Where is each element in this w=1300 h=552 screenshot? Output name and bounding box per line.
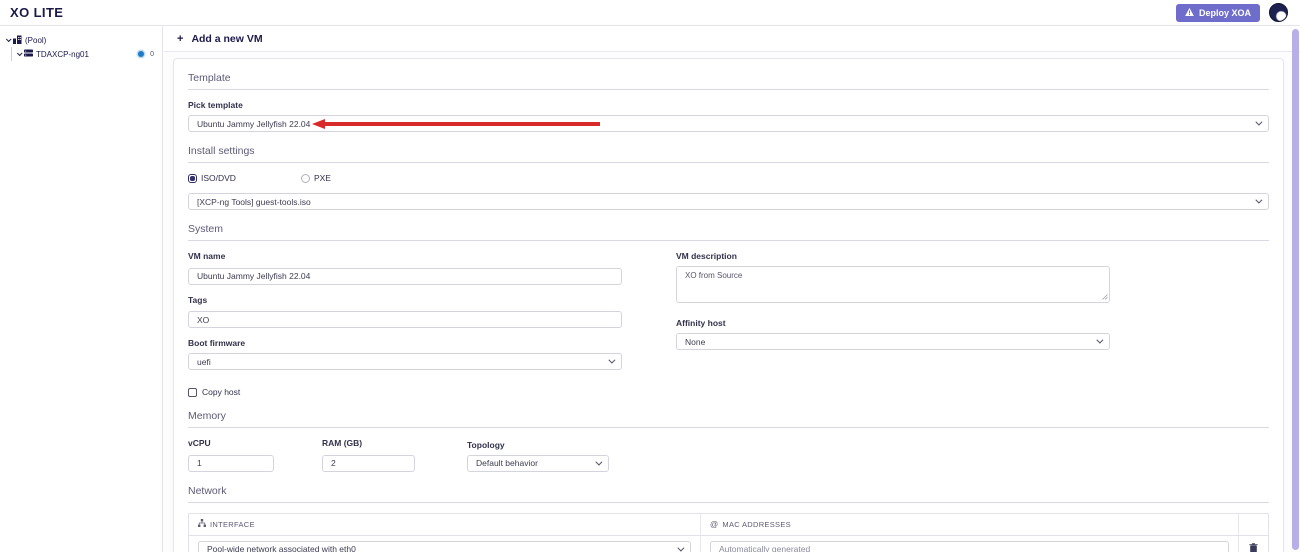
host-label: TDAXCP-ng01 [36, 49, 89, 59]
section-title-install-settings: Install settings [188, 132, 1269, 163]
host-badge: 0 [150, 50, 154, 58]
pick-template-label: Pick template [188, 100, 243, 110]
vm-description-textarea[interactable]: XO from Source [676, 266, 1110, 303]
radio-selected-icon [188, 173, 197, 183]
interface-select[interactable]: Pool-wide network associated with eth0 [198, 540, 691, 552]
mac-column-header: @ MAC ADDRESSES [700, 513, 1238, 535]
iso-dvd-radio-label: ISO/DVD [201, 173, 236, 183]
checkbox-unchecked-icon[interactable] [188, 387, 197, 397]
section-title-template: Template [188, 59, 1269, 90]
main-content: + Add a new VM Template Pick template Ub… [164, 27, 1300, 552]
chevron-down-icon[interactable] [5, 36, 12, 43]
system-left-column: VM name Tags Boot firmware uefi Copy hos… [188, 241, 622, 397]
tags-label: Tags [188, 294, 208, 305]
affinity-host-label: Affinity host [676, 318, 726, 328]
pool-label: (Pool) [25, 35, 47, 45]
vm-description-wrap: XO from Source [676, 266, 1110, 308]
interface-column-header: INTERFACE [189, 514, 700, 535]
topology-field: Topology Default behavior [467, 430, 609, 472]
vm-name-input[interactable] [188, 267, 622, 285]
topology-select[interactable]: Default behavior [467, 454, 609, 472]
sidebar-tree: (Pool) TDAXCP-ng01 0 [0, 27, 163, 552]
iso-select-value: [XCP-ng Tools] guest-tools.iso [197, 196, 311, 207]
mac-cell [700, 535, 1238, 552]
system-grid: VM name Tags Boot firmware uefi Copy hos… [188, 241, 1269, 397]
topbar-actions: Deploy XOA [1175, 3, 1288, 22]
vcpu-label: vCPU [188, 438, 211, 448]
pxe-radio-label: PXE [313, 173, 331, 183]
interface-header-label: INTERFACE [210, 519, 255, 529]
boot-firmware-select[interactable]: uefi [188, 353, 622, 370]
host-status-dot-icon [138, 51, 145, 57]
affinity-host-select[interactable]: None [676, 333, 1110, 350]
server-icon [24, 49, 33, 59]
pick-template-value: Ubuntu Jammy Jellyfish 22.04 [197, 118, 311, 129]
sidebar-item-host[interactable]: TDAXCP-ng01 0 [16, 47, 158, 61]
radio-unselected-icon [300, 173, 310, 183]
chevron-down-icon[interactable] [16, 50, 23, 57]
plus-icon: + [177, 33, 184, 45]
top-bar: XO LITE Deploy XOA [0, 0, 1300, 26]
app-logo: XO LITE [10, 5, 64, 20]
boot-firmware-label: Boot firmware [188, 338, 246, 348]
vm-description-label: VM description [676, 251, 737, 261]
system-right-column: VM description XO from Source Affinity h… [676, 241, 1110, 397]
account-globe-icon[interactable] [1269, 3, 1288, 22]
chevron-down-icon [1255, 196, 1263, 204]
mac-address-input[interactable] [710, 540, 1229, 552]
chevron-down-icon [595, 458, 603, 466]
topology-label: Topology [467, 439, 505, 450]
topology-value: Default behavior [476, 458, 538, 468]
copy-host-label: Copy host [202, 387, 241, 397]
pick-template-select[interactable]: Ubuntu Jammy Jellyfish 22.04 [188, 115, 1269, 132]
network-table-row: Pool-wide network associated with eth0 [189, 535, 1268, 552]
sidebar-item-pool[interactable]: (Pool) [5, 33, 158, 47]
network-interface-icon [198, 519, 206, 529]
vcpu-input[interactable] [188, 454, 274, 472]
at-icon: @ [710, 519, 719, 529]
new-vm-form-card: Template Pick template Ubuntu Jammy Jell… [173, 58, 1284, 552]
vm-name-label: VM name [188, 251, 226, 261]
network-table-header: INTERFACE @ MAC ADDRESSES [189, 513, 1268, 536]
ram-input[interactable] [322, 454, 415, 472]
iso-dvd-radio[interactable]: ISO/DVD [188, 173, 236, 183]
chevron-down-icon [1255, 118, 1263, 126]
deploy-xoa-label: Deploy XOA [1198, 7, 1251, 18]
tags-input[interactable] [188, 311, 622, 328]
memory-row: vCPU RAM (GB) Topology Default behavior [188, 428, 1269, 472]
mac-header-label: MAC ADDRESSES [722, 519, 791, 529]
actions-column-header [1238, 513, 1268, 535]
pool-icon [13, 35, 22, 46]
chevron-down-icon [677, 544, 685, 552]
warning-triangle-icon [1185, 7, 1194, 18]
pick-template-select-wrap: Ubuntu Jammy Jellyfish 22.04 [188, 115, 1269, 132]
section-title-memory: Memory [188, 397, 1269, 428]
ram-label: RAM (GB) [322, 438, 363, 448]
vertical-scrollbar[interactable] [1292, 29, 1299, 550]
section-title-system: System [188, 210, 1269, 241]
affinity-host-value: None [685, 336, 706, 347]
chevron-down-icon [608, 356, 616, 364]
trash-icon [1249, 540, 1258, 552]
install-method-radios: ISO/DVD PXE [188, 173, 1269, 183]
chevron-down-icon [1096, 336, 1104, 344]
iso-select[interactable]: [XCP-ng Tools] guest-tools.iso [188, 193, 1269, 210]
deploy-xoa-button[interactable]: Deploy XOA [1175, 3, 1260, 22]
pool-children: TDAXCP-ng01 0 [11, 47, 158, 61]
interface-cell: Pool-wide network associated with eth0 [189, 536, 700, 552]
boot-firmware-value: uefi [197, 356, 211, 367]
pxe-radio[interactable]: PXE [300, 173, 331, 183]
vcpu-field: vCPU [188, 428, 274, 472]
copy-host-checkbox-row[interactable]: Copy host [188, 387, 622, 397]
ram-field: RAM (GB) [322, 428, 415, 472]
interface-select-value: Pool-wide network associated with eth0 [207, 544, 356, 552]
section-title-network: Network [188, 472, 1269, 503]
resize-handle-icon[interactable] [1102, 287, 1108, 305]
page-header: + Add a new VM [164, 27, 1300, 52]
delete-row-button[interactable] [1238, 535, 1268, 552]
network-table: INTERFACE @ MAC ADDRESSES Pool-wide netw… [188, 512, 1269, 552]
page-title: Add a new VM [191, 33, 263, 45]
